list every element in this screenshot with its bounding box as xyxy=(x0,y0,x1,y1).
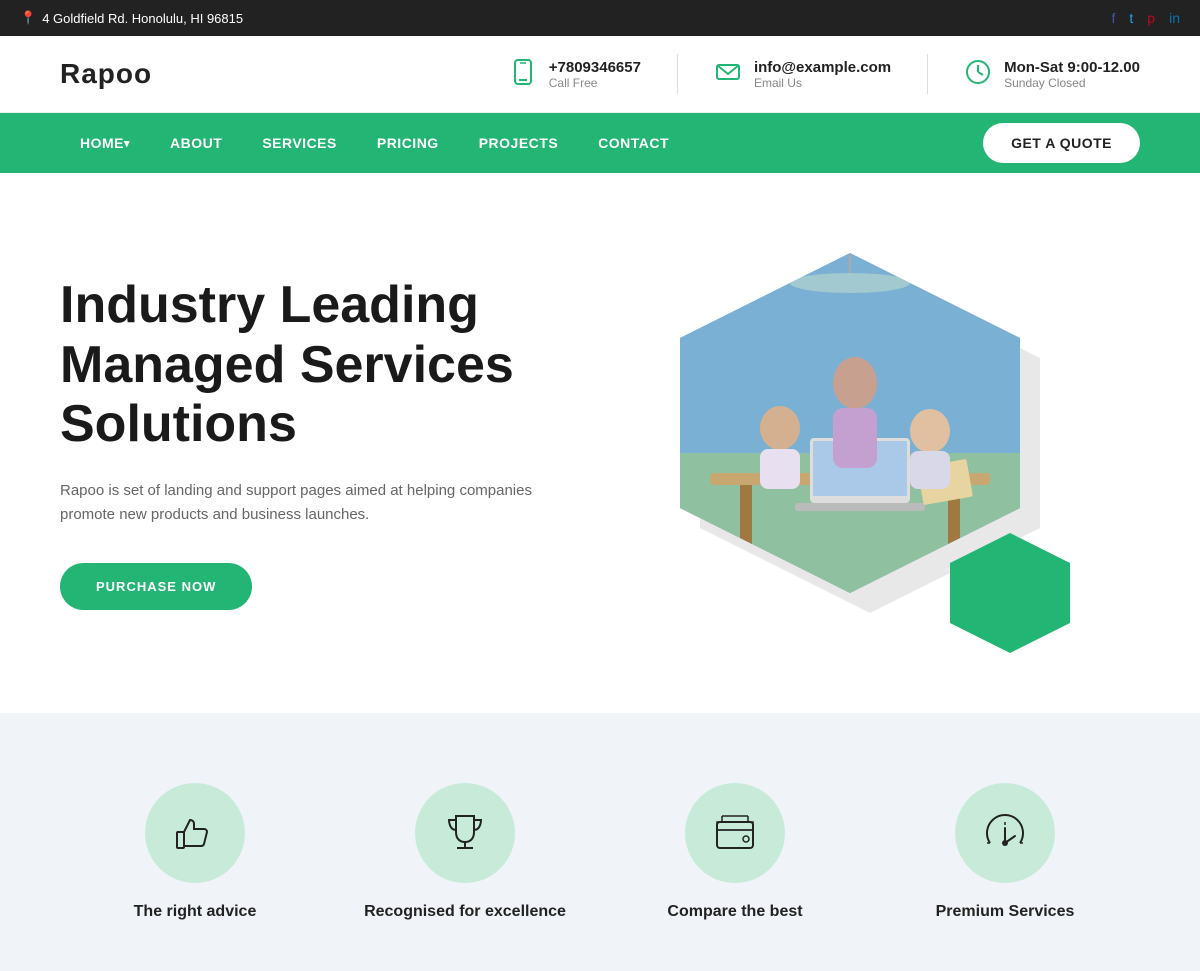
divider-2 xyxy=(927,54,928,94)
clock-icon xyxy=(964,58,992,91)
feature-excellence-label: Recognised for excellence xyxy=(364,903,566,921)
phone-label: Call Free xyxy=(549,76,641,90)
navigation: HOME ABOUT SERVICES PRICING PROJECTS CON… xyxy=(0,113,1200,173)
phone-info: +7809346657 Call Free xyxy=(549,59,641,90)
nav-services[interactable]: SERVICES xyxy=(242,113,357,173)
feature-excellence-circle xyxy=(415,783,515,883)
twitter-icon[interactable]: t xyxy=(1129,10,1133,26)
nav-contact[interactable]: CONTACT xyxy=(578,113,689,173)
trophy-icon xyxy=(440,808,490,858)
feature-compare-label: Compare the best xyxy=(667,903,802,921)
email-label: Email Us xyxy=(754,76,891,90)
feature-premium: Premium Services xyxy=(870,783,1140,921)
feature-compare: Compare the best xyxy=(600,783,870,921)
thumbs-up-icon xyxy=(170,808,220,858)
nav-links-list: HOME ABOUT SERVICES PRICING PROJECTS CON… xyxy=(60,113,689,173)
hours-text: Mon-Sat 9:00-12.00 xyxy=(1004,59,1140,76)
nav-about-link[interactable]: ABOUT xyxy=(150,113,242,173)
phone-icon xyxy=(509,58,537,91)
email-info: info@example.com Email Us xyxy=(754,59,891,90)
hours-info: Mon-Sat 9:00-12.00 Sunday Closed xyxy=(1004,59,1140,90)
feature-advice-label: The right advice xyxy=(134,903,257,921)
feature-advice-circle xyxy=(145,783,245,883)
feature-premium-label: Premium Services xyxy=(936,903,1075,921)
hero-description: Rapoo is set of landing and support page… xyxy=(60,479,560,527)
nav-about[interactable]: ABOUT xyxy=(150,113,242,173)
feature-advice: The right advice xyxy=(60,783,330,921)
address-text: 4 Goldfield Rd. Honolulu, HI 96815 xyxy=(42,11,243,26)
feature-premium-circle xyxy=(955,783,1055,883)
nav-pricing[interactable]: PRICING xyxy=(357,113,459,173)
pinterest-icon[interactable]: p xyxy=(1147,10,1155,26)
nav-home-link[interactable]: HOME xyxy=(60,113,150,173)
hero-content: Industry Leading Managed Services Soluti… xyxy=(60,276,600,610)
nav-projects[interactable]: PROJECTS xyxy=(459,113,578,173)
hours-contact: Mon-Sat 9:00-12.00 Sunday Closed xyxy=(964,58,1140,91)
email-icon xyxy=(714,58,742,91)
feature-excellence: Recognised for excellence xyxy=(330,783,600,921)
top-bar: 📍 4 Goldfield Rd. Honolulu, HI 96815 f t… xyxy=(0,0,1200,36)
email-address: info@example.com xyxy=(754,59,891,76)
site-logo[interactable]: Rapoo xyxy=(60,58,152,90)
feature-compare-circle xyxy=(685,783,785,883)
hero-title: Industry Leading Managed Services Soluti… xyxy=(60,276,600,455)
nav-projects-link[interactable]: PROJECTS xyxy=(459,113,578,173)
purchase-button[interactable]: PURCHASE NOW xyxy=(60,563,252,610)
email-contact: info@example.com Email Us xyxy=(714,58,891,91)
phone-number: +7809346657 xyxy=(549,59,641,76)
get-quote-button[interactable]: GET A QUOTE xyxy=(983,123,1140,163)
facebook-icon[interactable]: f xyxy=(1112,10,1116,26)
location-icon: 📍 xyxy=(20,10,36,26)
hex-image-container xyxy=(680,253,1060,633)
header-contacts: +7809346657 Call Free info@example.com E… xyxy=(509,54,1140,94)
linkedin-icon[interactable]: in xyxy=(1169,10,1180,26)
hero-image-area xyxy=(600,253,1140,633)
features-section: The right advice Recognised for excellen… xyxy=(0,713,1200,971)
nav-contact-link[interactable]: CONTACT xyxy=(578,113,689,173)
site-header: Rapoo +7809346657 Call Free xyxy=(0,36,1200,113)
address-area: 📍 4 Goldfield Rd. Honolulu, HI 96815 xyxy=(20,10,243,26)
social-links[interactable]: f t p in xyxy=(1112,10,1180,26)
wallet-icon xyxy=(710,808,760,858)
nav-home[interactable]: HOME xyxy=(60,113,150,173)
divider-1 xyxy=(677,54,678,94)
phone-contact: +7809346657 Call Free xyxy=(509,58,641,91)
nav-pricing-link[interactable]: PRICING xyxy=(357,113,459,173)
sunday-label: Sunday Closed xyxy=(1004,76,1140,90)
nav-services-link[interactable]: SERVICES xyxy=(242,113,357,173)
hero-section: Industry Leading Managed Services Soluti… xyxy=(0,173,1200,713)
gauge-icon xyxy=(980,808,1030,858)
